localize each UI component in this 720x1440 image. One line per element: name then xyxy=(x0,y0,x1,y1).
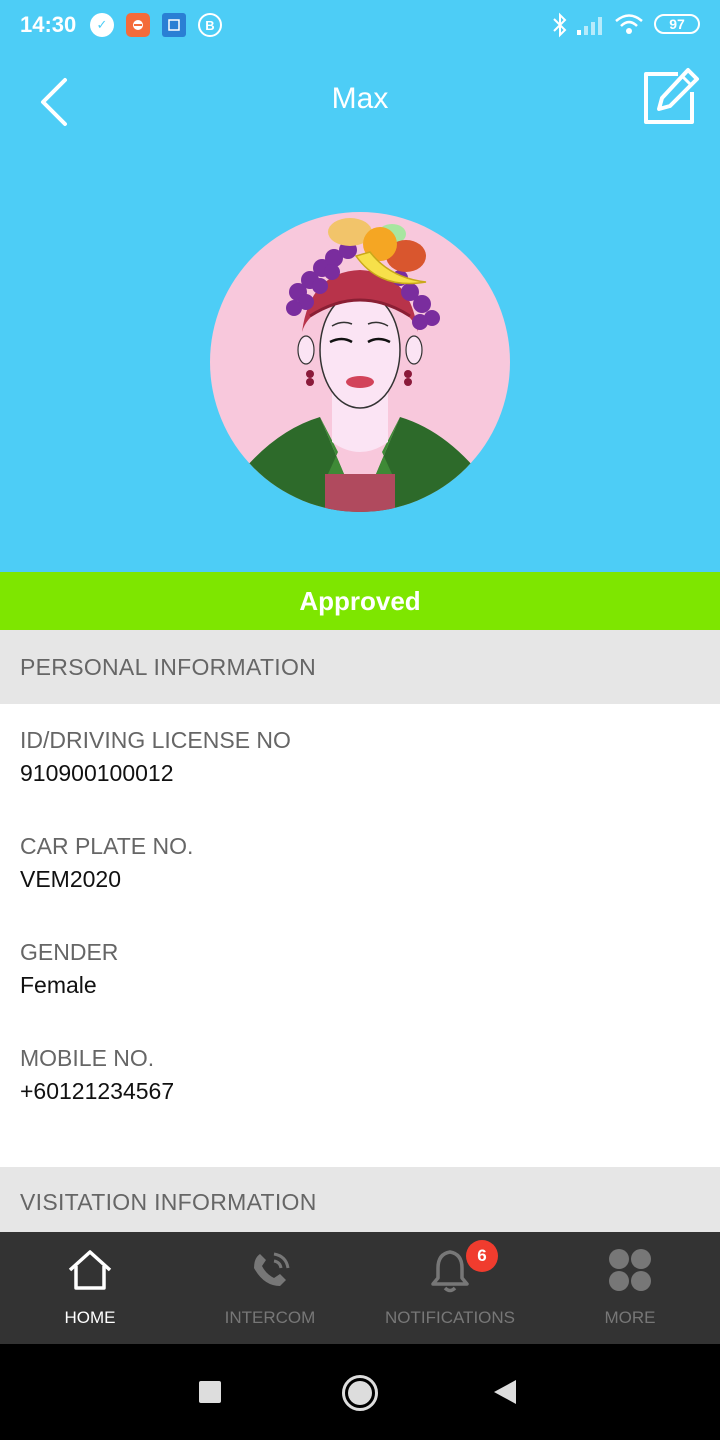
whatsapp-business-icon: B xyxy=(198,13,222,37)
field-label-id: ID/DRIVING LICENSE NO xyxy=(20,727,291,753)
field-label-mobile: MOBILE NO. xyxy=(20,1045,155,1071)
status-banner: Approved xyxy=(0,572,720,630)
nav-item-home[interactable]: HOME xyxy=(0,1232,180,1344)
app-square-icon xyxy=(162,13,186,37)
notification-badge: 6 xyxy=(466,1240,498,1272)
app-notification-icon xyxy=(126,13,150,37)
battery-icon: 97 xyxy=(654,14,700,34)
more-grid-icon xyxy=(609,1249,651,1291)
status-time: 14:30 xyxy=(20,12,77,37)
field-value-id: 910900100012 xyxy=(20,760,174,786)
field-value-gender: Female xyxy=(20,972,97,998)
bottom-nav: HOME INTERCOM NOTIFICATIONS MORE xyxy=(0,1232,720,1344)
field-value-mobile: +60121234567 xyxy=(20,1078,175,1104)
nav-item-intercom[interactable]: INTERCOM xyxy=(180,1232,360,1344)
profile-header: Max xyxy=(0,52,720,572)
signal-icon xyxy=(577,17,602,35)
back-triangle-icon[interactable] xyxy=(492,1378,518,1406)
field-label-car-plate: CAR PLATE NO. xyxy=(20,833,194,859)
avatar xyxy=(210,212,510,512)
nav-item-notifications[interactable]: NOTIFICATIONS xyxy=(360,1232,540,1344)
recents-square-icon[interactable] xyxy=(199,1381,221,1403)
wifi-icon xyxy=(615,14,643,34)
section-header-visitation: VISITATION INFORMATION xyxy=(0,1167,720,1237)
status-bar: 14:30 ✓ B 97 xyxy=(0,0,720,52)
nav-label-intercom: INTERCOM xyxy=(224,1308,316,1327)
edit-icon xyxy=(644,68,699,124)
check-circle-icon: ✓ xyxy=(90,13,114,37)
edit-button[interactable] xyxy=(640,66,700,128)
bluetooth-icon xyxy=(553,12,567,38)
nav-item-more[interactable]: MORE xyxy=(540,1232,720,1344)
nav-label-notifications: NOTIFICATIONS xyxy=(384,1308,515,1327)
home-circle-icon[interactable] xyxy=(342,1375,378,1411)
page-title: Max xyxy=(331,82,389,115)
system-nav-bar xyxy=(0,1344,720,1440)
battery-level: 97 xyxy=(669,16,685,32)
field-value-car-plate: VEM2020 xyxy=(20,866,122,892)
field-label-gender: GENDER xyxy=(20,939,119,965)
phone-icon xyxy=(254,1252,290,1286)
nav-label-home: HOME xyxy=(64,1308,116,1327)
home-icon xyxy=(68,1250,112,1290)
nav-label-more: MORE xyxy=(604,1308,656,1327)
section-header-personal: PERSONAL INFORMATION xyxy=(0,630,720,704)
